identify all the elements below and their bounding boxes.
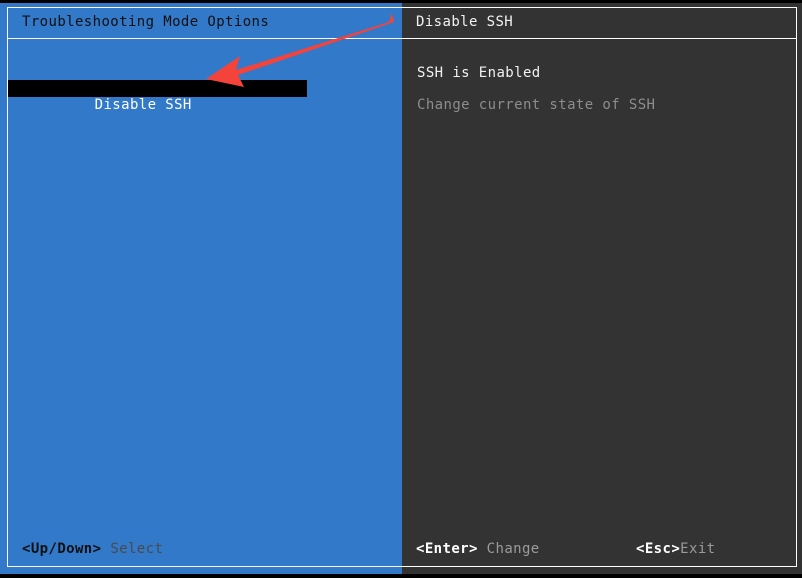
hint-esc-exit: <Esc>Exit bbox=[636, 541, 715, 557]
left-panel-header: Troubleshooting Mode Options bbox=[8, 8, 402, 39]
hint-action-label: Change bbox=[486, 541, 540, 557]
menu-item-label: Disable SSH bbox=[94, 97, 192, 113]
options-menu: Enable BASH Shell Disable SSH bbox=[8, 39, 402, 528]
hint-action bbox=[101, 541, 110, 557]
page-title: Troubleshooting Mode Options bbox=[22, 14, 270, 30]
hint-enter-change: <Enter> Change bbox=[416, 541, 540, 557]
hint-up-down-select: <Up/Down> Select bbox=[22, 541, 163, 557]
status-text: SSH is Enabled bbox=[417, 65, 541, 81]
hint-key: <Up/Down> bbox=[22, 541, 102, 557]
console-screen: Troubleshooting Mode Options Enable BASH… bbox=[0, 0, 802, 578]
detail-title: Disable SSH bbox=[416, 14, 514, 30]
hint-action-label: Exit bbox=[680, 541, 716, 557]
menu-item-enable-bash-shell[interactable]: Enable BASH Shell bbox=[8, 63, 402, 96]
detail-body: SSH is Enabled Change current state of S… bbox=[402, 39, 796, 528]
hint-action-label: Select bbox=[110, 541, 164, 557]
troubleshooting-options-panel: Troubleshooting Mode Options Enable BASH… bbox=[7, 7, 402, 567]
right-panel-header: Disable SSH bbox=[402, 8, 796, 39]
right-footer: <Enter> Change <Esc>Exit bbox=[402, 528, 796, 566]
left-footer: <Up/Down> Select bbox=[8, 528, 402, 566]
hint-key: <Esc> bbox=[636, 541, 681, 557]
description-text: Change current state of SSH bbox=[417, 97, 656, 113]
hint-key: <Enter> bbox=[416, 541, 478, 557]
disable-ssh-detail-panel: Disable SSH SSH is Enabled Change curren… bbox=[402, 7, 797, 567]
hint-spacer bbox=[478, 541, 487, 557]
menu-item-disable-ssh[interactable]: Disable SSH bbox=[8, 80, 307, 113]
